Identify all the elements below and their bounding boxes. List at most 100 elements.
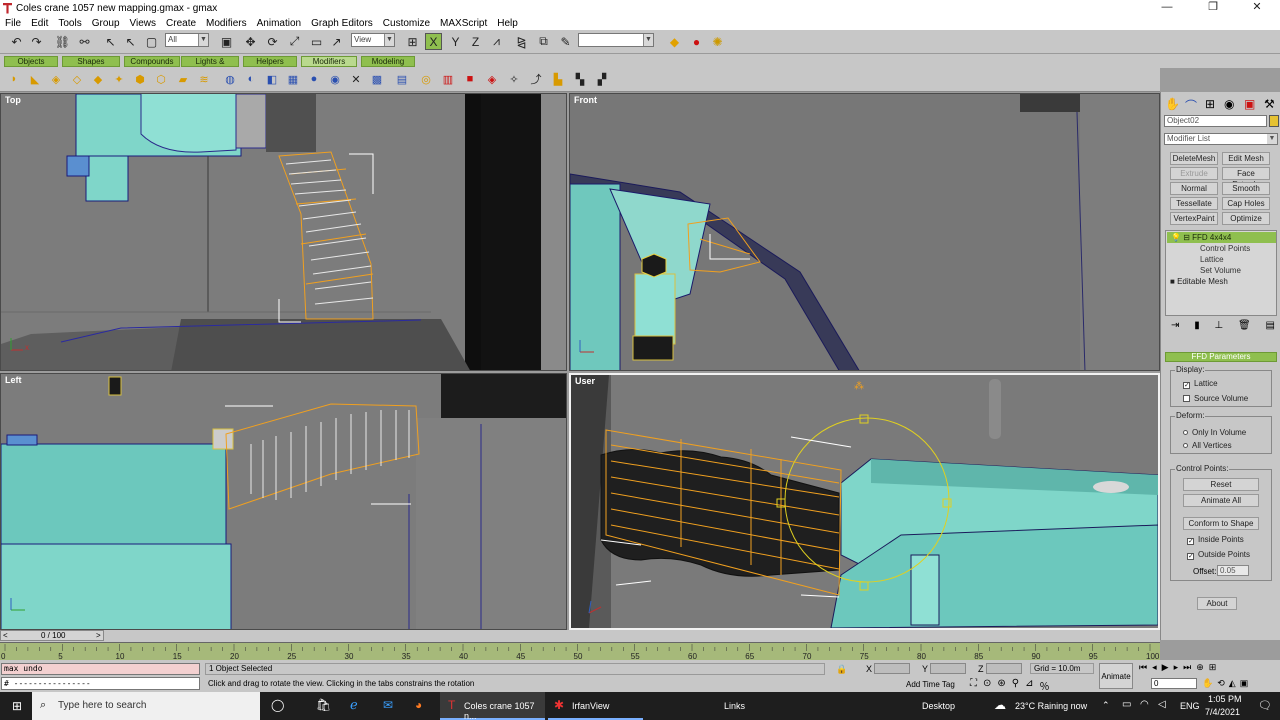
viewport-user[interactable]: ⁂ User <box>569 373 1160 630</box>
configure-sets-icon[interactable]: ▤ <box>1266 320 1275 334</box>
tab-modeling[interactable]: Modeling <box>361 56 415 67</box>
links-toolbar[interactable]: Links <box>724 701 745 711</box>
deletemesh-button[interactable]: DeleteMesh <box>1170 152 1218 165</box>
tab-modifiers[interactable]: Modifiers <box>301 56 357 67</box>
taskbar-search-box[interactable]: ⌕ Type here to search <box>32 692 260 720</box>
go-to-end-icon[interactable]: ⏭ <box>1183 662 1191 674</box>
network-icon[interactable]: ▭ <box>1122 699 1131 710</box>
window-crossing-icon[interactable]: ▣ <box>218 33 235 50</box>
maximize-button[interactable]: ❐ <box>1190 0 1236 16</box>
normal-modifier-icon[interactable]: ▤ <box>394 71 410 87</box>
xform-icon[interactable]: ✕ <box>348 71 364 87</box>
animate-all-button[interactable]: Animate All <box>1183 494 1259 507</box>
lock-selection-icon[interactable]: 🔒 <box>836 664 847 675</box>
modify-panel-icon[interactable]: ⌒ <box>1185 97 1197 114</box>
menu-help[interactable]: Help <box>497 18 518 29</box>
animate-toggle-button[interactable]: Animate <box>1099 663 1133 689</box>
menu-edit[interactable]: Edit <box>31 18 48 29</box>
key-mode-icon[interactable]: ⊙ <box>983 678 991 690</box>
wave-modifier-icon[interactable]: ≋ <box>196 71 212 87</box>
select-manipulate-icon[interactable]: ↗ <box>328 33 345 50</box>
vol-select-icon[interactable]: ◉ <box>327 71 343 87</box>
x-coordinate-field[interactable] <box>874 663 910 674</box>
hierarchy-panel-icon[interactable]: ⊞ <box>1205 97 1215 111</box>
mesh-select-icon[interactable]: ● <box>306 71 322 87</box>
weather-icon[interactable]: ☁ <box>994 698 1006 712</box>
only-in-volume-radio[interactable]: Only In Volume <box>1183 428 1246 437</box>
sphere-icon[interactable]: ◎ <box>418 71 434 87</box>
tab-shapes[interactable]: Shapes <box>62 56 120 67</box>
tray-overflow-icon[interactable]: ⌃ <box>1102 700 1110 711</box>
taper-modifier-icon[interactable]: ◣ <box>27 71 43 87</box>
quick-render-icon[interactable]: ✺ <box>709 33 726 50</box>
tab-helpers[interactable]: Helpers <box>243 56 297 67</box>
taskbar-app-irfanview[interactable]: ✱ IrfanView <box>548 692 643 720</box>
offset-spinner-field[interactable]: 0.05 <box>1217 565 1249 576</box>
selection-filter-dropdown[interactable]: All ▼ <box>165 33 209 47</box>
scale-icon[interactable]: ⤢ <box>286 33 303 50</box>
volume-icon[interactable]: ◁ <box>1158 699 1166 710</box>
path-deform-icon[interactable]: ⤴ <box>528 71 544 87</box>
object-color-swatch[interactable] <box>1269 115 1279 127</box>
taskbar-app-gmax[interactable]: T Coles crane 1057 n... <box>440 692 545 720</box>
viewport-label-front[interactable]: Front <box>574 95 597 105</box>
slider-next-icon[interactable]: > <box>96 631 101 640</box>
minimize-button[interactable]: — <box>1144 0 1190 16</box>
modifier-list-dropdown[interactable]: Modifier List ▼ <box>1164 133 1278 145</box>
reset-button[interactable]: Reset <box>1183 478 1259 491</box>
add-time-tag-button[interactable]: Add Time Tag <box>906 680 955 689</box>
flex-icon[interactable]: ✧ <box>506 71 522 87</box>
next-frame-icon[interactable]: ▸ <box>1174 662 1179 674</box>
mail-icon[interactable]: ✉ <box>383 698 393 712</box>
clock-time[interactable]: 1:05 PM <box>1208 694 1242 704</box>
skew-modifier-icon[interactable]: ▰ <box>175 71 191 87</box>
pivot-center-icon[interactable]: ⊞ <box>404 33 421 50</box>
wifi-icon[interactable]: ◠ <box>1140 699 1149 710</box>
pin-stack-icon[interactable]: ⇥ <box>1171 320 1179 334</box>
vertexpaint-button[interactable]: VertexPaint <box>1170 212 1218 225</box>
y-coordinate-field[interactable] <box>930 663 966 674</box>
motion-panel-icon[interactable]: ◉ <box>1224 97 1234 111</box>
lathe-icon[interactable]: ▞ <box>594 71 610 87</box>
menu-create[interactable]: Create <box>166 18 196 29</box>
arc-rotate-icon[interactable]: ⟲ <box>1217 678 1225 690</box>
stack-item-control-points[interactable]: Control Points <box>1200 244 1250 253</box>
restrict-plane-icon[interactable]: ⩘ <box>488 33 505 50</box>
track-bar[interactable]: 0 5 10 15 20 25 30 35 40 45 50 55 60 65 70 75 80 85 90 95 10… <box>0 642 1160 661</box>
unwrap-uvw-icon[interactable]: ◐ <box>243 71 259 87</box>
tab-objects[interactable]: Objects <box>4 56 58 67</box>
stack-item-ffd[interactable]: 💡 ⊟ FFD 4x4x4 <box>1167 232 1276 243</box>
display-panel-icon[interactable]: ▣ <box>1244 97 1255 111</box>
menu-animation[interactable]: Animation <box>257 18 301 29</box>
undo-icon[interactable]: ↶ <box>8 33 25 50</box>
extrude-modifier-icon[interactable]: ▙ <box>550 71 566 87</box>
menu-group[interactable]: Group <box>92 18 120 29</box>
object-name-field[interactable]: Object02 <box>1164 115 1267 127</box>
firefox-icon[interactable]: ◕ <box>415 698 422 712</box>
optimize-icon[interactable]: ◈ <box>484 71 500 87</box>
cap-holes-button[interactable]: Cap Holes <box>1222 197 1270 210</box>
notifications-icon[interactable]: 🗨 <box>1258 699 1272 712</box>
time-slider[interactable]: < 0 / 100 > <box>0 630 104 641</box>
menu-customize[interactable]: Customize <box>383 18 430 29</box>
restrict-x-icon[interactable]: X <box>425 33 442 50</box>
play-controls-icon[interactable]: ⊛ <box>997 678 1005 690</box>
viewport-label-user[interactable]: User <box>575 376 595 386</box>
make-unique-icon[interactable]: ⊥ <box>1215 320 1224 334</box>
viewport-front[interactable]: Front <box>569 93 1160 371</box>
uvw-map-icon[interactable]: ◍ <box>222 71 238 87</box>
windows-start-icon[interactable]: ⊞ <box>12 699 22 713</box>
create-panel-icon[interactable]: ✋ <box>1165 97 1180 111</box>
noise-modifier-icon[interactable]: ◇ <box>69 71 85 87</box>
select-object-icon[interactable]: ↖ <box>102 33 119 50</box>
ffd-parameters-rollout[interactable]: FFD Parameters <box>1165 352 1277 362</box>
viewport-label-top[interactable]: Top <box>5 95 21 105</box>
conform-to-shape-button[interactable]: Conform to Shape <box>1183 517 1259 530</box>
tab-lights-cameras[interactable]: Lights & Cameras <box>181 56 239 76</box>
maxscript-listener-output[interactable]: # ---------------- <box>1 677 200 690</box>
close-button[interactable]: ✕ <box>1234 0 1280 16</box>
tab-compounds[interactable]: Compounds <box>124 56 180 67</box>
zoom-all-icon[interactable]: ⊞ <box>1209 662 1217 674</box>
clock-date[interactable]: 7/4/2021 <box>1205 707 1240 717</box>
render-teapot-icon[interactable]: ● <box>688 33 705 50</box>
